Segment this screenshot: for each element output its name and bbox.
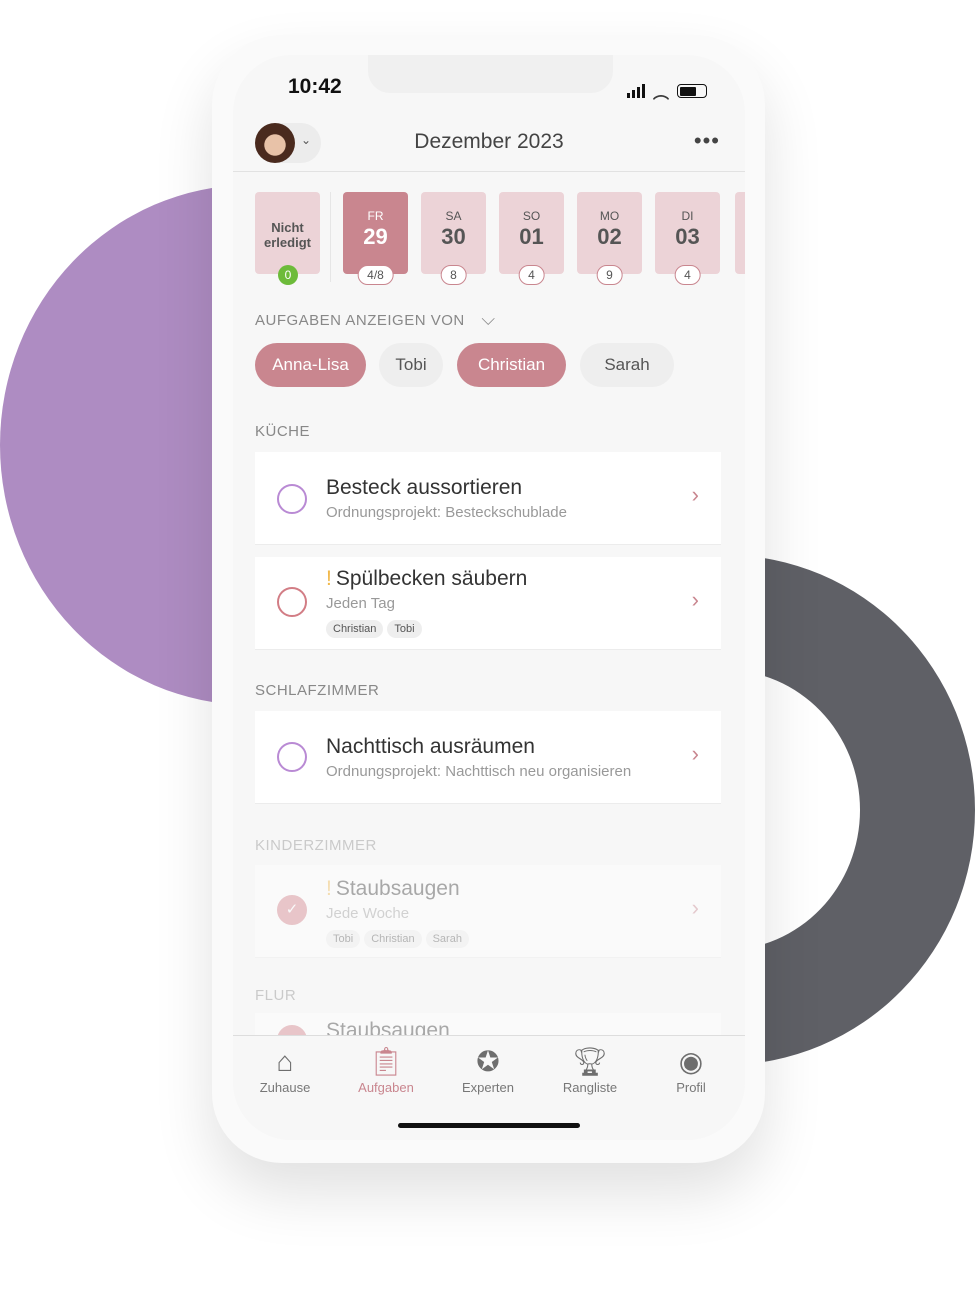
medal-icon: ✪ bbox=[476, 1046, 500, 1077]
phone-screen: 10:42 ︵ ⌄ Dezember 2023 ••• Nicht erledig… bbox=[233, 55, 745, 1140]
chevron-down-icon[interactable]: ⌵ bbox=[481, 309, 495, 329]
task-subtitle: Jeden Tag bbox=[326, 595, 395, 612]
nav-label: Rangliste bbox=[562, 1080, 618, 1095]
person-icon: ◉ bbox=[678, 1046, 704, 1077]
day-task-count: 9 bbox=[596, 265, 623, 285]
page-title: Dezember 2023 bbox=[414, 130, 564, 153]
day-tile[interactable]: SO 01 4 bbox=[499, 192, 564, 285]
day-number: 30 bbox=[441, 224, 466, 249]
day-weekday: SA bbox=[445, 209, 462, 223]
day-number: 29 bbox=[363, 224, 388, 249]
not-done-label: erledigt bbox=[264, 235, 311, 250]
section-schlafzimmer: SCHLAFZIMMER bbox=[255, 682, 380, 699]
nav-zuhause[interactable]: ⌂ Zuhause bbox=[235, 1044, 335, 1095]
task-checkbox[interactable] bbox=[277, 587, 307, 617]
day-weekday: DI bbox=[681, 209, 694, 223]
chevron-right-icon[interactable]: › bbox=[692, 741, 699, 767]
day-task-count: 4/8 bbox=[357, 265, 394, 285]
person-chip-christian[interactable]: Christian bbox=[457, 343, 566, 387]
status-time: 10:42 bbox=[288, 75, 342, 98]
person-tag: Christian bbox=[364, 930, 422, 948]
task-title-text: Spülbecken säubern bbox=[335, 567, 528, 590]
section-flur: FLUR bbox=[255, 987, 297, 1004]
person-tag: Sarah bbox=[425, 930, 469, 948]
task-title: Besteck aussortieren bbox=[326, 476, 523, 499]
section-kueche: KÜCHE bbox=[255, 423, 311, 440]
day-weekday: SO bbox=[522, 209, 541, 223]
task-subtitle: Ordnungsprojekt: Nachttisch neu organisi… bbox=[326, 763, 632, 780]
divider bbox=[330, 192, 331, 282]
section-kinderzimmer: KINDERZIMMER bbox=[255, 837, 377, 854]
day-weekday: MO bbox=[599, 209, 620, 223]
chevron-right-icon[interactable]: › bbox=[692, 482, 699, 508]
task-card[interactable]: Besteck aussortieren Ordnungsprojekt: Be… bbox=[255, 452, 721, 545]
task-title: ! Staubsaugen bbox=[326, 877, 460, 901]
task-card-done[interactable]: ✓ ! Staubsaugen Jede Woche Tobi Christian S… bbox=[255, 865, 721, 958]
ellipsis-icon[interactable]: ••• bbox=[694, 128, 720, 154]
task-subtitle: Ordnungsprojekt: Besteckschublade bbox=[326, 504, 567, 521]
chevron-right-icon[interactable]: › bbox=[692, 587, 699, 613]
task-card[interactable]: ! Spülbecken säubern Jeden Tag Christian T… bbox=[255, 557, 721, 650]
nav-label: Zuhause bbox=[259, 1080, 311, 1095]
filter-label-text: AUFGABEN ANZEIGEN VON bbox=[255, 312, 465, 329]
task-title: ! Spülbecken säubern bbox=[326, 567, 527, 591]
nav-rangliste[interactable]: 🏆︎ Rangliste bbox=[540, 1044, 640, 1095]
day-weekday: FR bbox=[367, 209, 384, 223]
day-task-count: 4 bbox=[674, 265, 701, 285]
day-tile[interactable]: FR 29 4/8 bbox=[343, 192, 408, 285]
nav-label: Profil bbox=[676, 1080, 706, 1095]
home-indicator bbox=[398, 1123, 580, 1128]
battery-icon bbox=[677, 84, 707, 98]
person-tag: Tobi bbox=[387, 620, 422, 638]
person-tag: Tobi bbox=[326, 930, 361, 948]
not-done-label: Nicht bbox=[271, 220, 304, 235]
clipboard-icon: 📋︎ bbox=[368, 1046, 404, 1077]
day-tile[interactable]: SA 30 8 bbox=[421, 192, 486, 285]
task-checkbox[interactable] bbox=[277, 742, 307, 772]
day-task-count: 8 bbox=[440, 265, 467, 285]
not-done-tile[interactable]: Nicht erledigt bbox=[255, 192, 320, 274]
nav-profil[interactable]: ◉ Profil bbox=[641, 1044, 741, 1095]
nav-experten[interactable]: ✪ Experten bbox=[438, 1044, 538, 1095]
notch bbox=[368, 55, 613, 93]
divider bbox=[233, 171, 745, 172]
trophy-icon: 🏆︎ bbox=[572, 1046, 608, 1077]
day-tile-partial[interactable] bbox=[735, 192, 745, 274]
house-icon: ⌂ bbox=[276, 1046, 294, 1077]
nav-aufgaben[interactable]: 📋︎ Aufgaben bbox=[336, 1044, 436, 1095]
person-chip-anna-lisa[interactable]: Anna-Lisa bbox=[255, 343, 366, 387]
task-subtitle: Jede Woche bbox=[326, 905, 410, 922]
nav-label: Aufgaben bbox=[358, 1080, 414, 1095]
task-title: Nachttisch ausräumen bbox=[326, 735, 535, 758]
day-tile[interactable]: MO 02 9 bbox=[577, 192, 642, 285]
nav-label: Experten bbox=[461, 1080, 515, 1095]
person-chip-tobi[interactable]: Tobi bbox=[379, 343, 443, 387]
day-number: 01 bbox=[519, 224, 544, 249]
filter-label[interactable]: AUFGABEN ANZEIGEN VON ⌵ bbox=[255, 309, 496, 330]
task-card[interactable]: Nachttisch ausräumen Ordnungsprojekt: Na… bbox=[255, 711, 721, 804]
day-tile[interactable]: DI 03 4 bbox=[655, 192, 720, 285]
important-marker: ! bbox=[326, 567, 332, 590]
task-checkbox[interactable] bbox=[277, 484, 307, 514]
wifi-icon: ︵ bbox=[652, 85, 669, 102]
task-title-text: Staubsaugen bbox=[335, 877, 460, 900]
day-number: 03 bbox=[675, 224, 700, 249]
important-marker: ! bbox=[326, 877, 332, 900]
not-done-count: 0 bbox=[278, 265, 298, 285]
day-number: 02 bbox=[597, 224, 622, 249]
person-tag: Christian bbox=[326, 620, 384, 638]
day-task-count: 4 bbox=[518, 265, 545, 285]
chevron-right-icon[interactable]: › bbox=[692, 895, 699, 921]
check-icon[interactable]: ✓ bbox=[277, 895, 307, 925]
signal-icon bbox=[626, 84, 645, 98]
person-chip-sarah[interactable]: Sarah bbox=[580, 343, 674, 387]
status-icons: ︵ bbox=[626, 79, 707, 103]
